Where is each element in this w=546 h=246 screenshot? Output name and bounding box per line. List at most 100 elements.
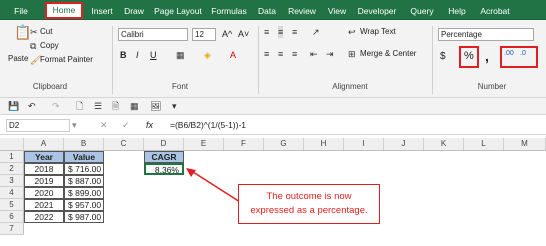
picture-icon[interactable]: 🖼 [150,100,161,112]
column-header[interactable]: H [304,138,344,151]
column-header[interactable]: A [24,138,64,151]
cagr-result-cell[interactable]: 8.36% [144,163,184,175]
name-box[interactable]: D2 [6,119,70,132]
customize-icon[interactable]: ▾ [172,100,177,112]
ribbon-tab-bar: File Home Insert Draw Page Layout Formul… [0,0,546,20]
underline-button[interactable]: U [150,50,157,60]
value-cell[interactable]: $ 957.00 [64,199,104,211]
row-header[interactable]: 4 [0,187,24,199]
column-header[interactable]: B [64,138,104,151]
orientation-icon[interactable]: ↗ [312,26,320,38]
font-size-select[interactable]: 12 [192,28,216,41]
insert-function-button[interactable]: fx [146,120,153,130]
column-header[interactable]: J [384,138,424,151]
number-format-select[interactable]: Percentage [438,28,534,41]
year-header-cell[interactable]: Year [24,151,64,163]
column-header[interactable]: L [464,138,504,151]
value-cell[interactable]: $ 899.00 [64,187,104,199]
align-middle-icon[interactable]: ≡ [278,26,284,38]
year-cell[interactable]: 2021 [24,199,64,211]
comma-style-button[interactable]: , [485,48,489,64]
confirm-icon[interactable]: ✓ [122,119,130,131]
cut-button[interactable]: Cut [40,27,52,36]
paste-button[interactable]: Paste [8,54,28,63]
column-header[interactable]: I [344,138,384,151]
align-left-icon[interactable]: ≡ [264,48,269,60]
tab-help[interactable]: Help [444,3,470,19]
row-header[interactable]: 3 [0,175,24,187]
tab-home[interactable]: Home [45,2,83,19]
list-icon[interactable]: ☰ [94,100,102,112]
save-icon[interactable]: 💾 [8,100,19,112]
tab-query[interactable]: Query [406,3,438,19]
column-header[interactable]: D [144,138,184,151]
borders-icon[interactable]: ▦ [176,49,185,61]
tab-file[interactable]: File [8,3,34,19]
row-header[interactable]: 1 [0,151,24,163]
year-cell[interactable]: 2022 [24,211,64,223]
value-header-cell[interactable]: Value [64,151,104,163]
wrap-text-icon: ↩ [348,27,356,37]
tab-draw[interactable]: Draw [120,3,148,19]
align-top-icon[interactable]: ≡ [264,26,269,38]
column-header[interactable]: M [504,138,546,151]
column-header[interactable]: F [224,138,264,151]
tab-data[interactable]: Data [254,3,280,19]
decrease-decimal-button[interactable]: .0 [520,50,526,57]
new-file-icon[interactable]: 🗋 [76,100,83,112]
formula-input[interactable]: =(B6/B2)^(1/(5-1))-1 [170,120,246,130]
shrink-font-button[interactable]: A˅ [238,29,249,39]
grow-font-button[interactable]: A^ [222,29,232,39]
column-header[interactable]: K [424,138,464,151]
tab-page-layout[interactable]: Page Layout [152,3,204,19]
undo-icon[interactable]: ↶ [28,100,36,112]
value-cell[interactable]: $ 887.00 [64,175,104,187]
tab-formulas[interactable]: Formulas [208,3,250,19]
table-icon[interactable]: ▦ [130,100,139,112]
column-header[interactable]: G [264,138,304,151]
align-bottom-icon[interactable]: ≡ [292,26,297,38]
fill-color-icon[interactable]: ◈ [204,49,211,61]
bold-button[interactable]: B [120,50,127,60]
tab-acrobat[interactable]: Acrobat [476,3,514,19]
divider [432,26,433,94]
column-header[interactable]: E [184,138,224,151]
increase-decimal-button[interactable]: .00 [504,50,514,57]
year-cell[interactable]: 2019 [24,175,64,187]
cagr-header-cell[interactable]: CAGR [144,151,184,163]
row-header[interactable]: 6 [0,211,24,223]
italic-button[interactable]: I [136,50,139,60]
font-name-select[interactable]: Calibri [118,28,188,41]
year-cell[interactable]: 2018 [24,163,64,175]
merge-center-button[interactable]: Merge & Center [360,49,416,58]
redo-icon[interactable]: ↷ [52,100,60,112]
alignment-group-label: Alignment [332,82,368,91]
currency-button[interactable]: $ [440,51,446,62]
callout-arrow [186,168,241,203]
font-color-icon[interactable]: A [230,49,236,61]
tab-developer[interactable]: Developer [354,3,400,19]
align-right-icon[interactable]: ≡ [292,48,297,60]
row-header[interactable]: 7 [0,223,24,235]
tab-view[interactable]: View [324,3,350,19]
format-painter-button[interactable]: Format Painter [40,55,93,64]
dropdown-icon[interactable]: ▾ [72,119,77,131]
percent-style-button[interactable]: % [464,50,474,62]
outdent-icon[interactable]: ⇥ [326,48,334,60]
cancel-icon[interactable]: ✕ [100,119,108,131]
document-icon[interactable]: 🗎 [112,100,119,112]
indent-icon[interactable]: ⇤ [310,48,318,60]
tab-insert[interactable]: Insert [86,3,118,19]
column-header[interactable]: C [104,138,144,151]
clipboard-icon[interactable]: 📋 [14,25,31,39]
wrap-text-button[interactable]: Wrap Text [360,27,396,36]
copy-button[interactable]: Copy [40,41,59,50]
select-all-corner[interactable] [0,138,24,151]
row-header[interactable]: 2 [0,163,24,175]
value-cell[interactable]: $ 716.00 [64,163,104,175]
row-header[interactable]: 5 [0,199,24,211]
tab-review[interactable]: Review [284,3,320,19]
value-cell[interactable]: $ 987.00 [64,211,104,223]
align-center-icon[interactable]: ≡ [278,48,283,60]
year-cell[interactable]: 2020 [24,187,64,199]
